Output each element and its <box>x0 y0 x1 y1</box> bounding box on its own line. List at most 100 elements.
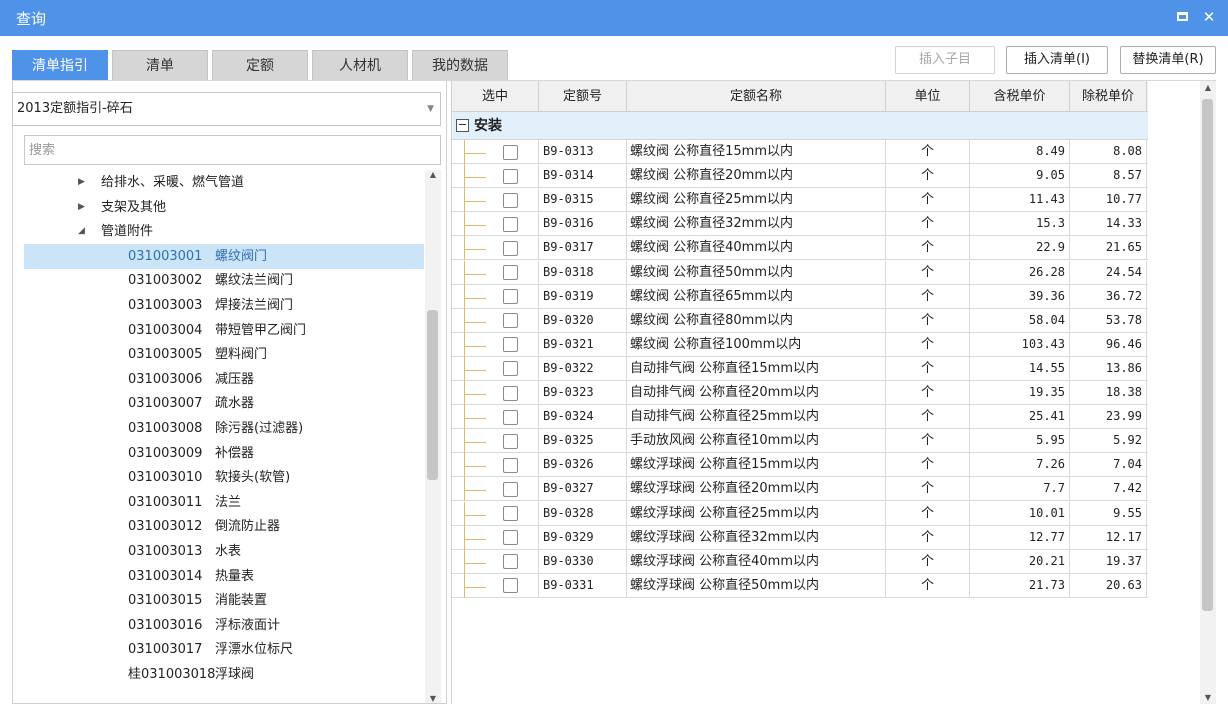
scroll-up-icon[interactable]: ▲ <box>425 170 441 179</box>
price-tax-cell: 21.73 <box>970 573 1070 598</box>
tree-scrollbar[interactable]: ▲ ▼ <box>425 170 441 703</box>
tab-list[interactable]: 清单 <box>112 50 208 80</box>
table-row[interactable]: B9-0329 螺纹浮球阀 公称直径32mm以内个 12.77 12.17 <box>452 525 1148 550</box>
tab-my-data[interactable]: 我的数据 <box>412 50 508 80</box>
code-cell: B9-0330 <box>539 549 627 574</box>
close-button[interactable]: ✕ <box>1199 7 1219 27</box>
table-row[interactable]: B9-0327 螺纹浮球阀 公称直径20mm以内个 7.7 7.42 <box>452 477 1148 502</box>
tree-item[interactable]: 031003017 浮漂水位标尺 <box>24 637 424 662</box>
tab-quota[interactable]: 定额 <box>212 50 308 80</box>
tree-folder[interactable]: ▶ 给排水、采暖、燃气管道 <box>24 170 424 195</box>
table-row[interactable]: B9-0331 螺纹浮球阀 公称直径50mm以内个 21.73 20.63 <box>452 573 1148 598</box>
tree-item[interactable]: 桂031003018 浮球阀 <box>24 662 424 687</box>
row-checkbox[interactable] <box>503 433 518 449</box>
row-checkbox[interactable] <box>503 192 518 208</box>
insert-list-button[interactable]: 插入清单(I) <box>1006 46 1108 74</box>
row-checkbox[interactable] <box>503 216 518 232</box>
row-checkbox[interactable] <box>503 530 518 546</box>
tree-item[interactable]: 031003011 法兰 <box>24 490 424 515</box>
row-checkbox[interactable] <box>503 361 518 377</box>
tree-item[interactable]: 031003003 焊接法兰阀门 <box>24 293 424 318</box>
tree-item-name: 水表 <box>215 544 242 559</box>
row-checkbox[interactable] <box>503 506 518 522</box>
row-checkbox[interactable] <box>503 144 518 160</box>
row-checkbox[interactable] <box>503 457 518 473</box>
row-checkbox[interactable] <box>503 313 518 329</box>
tree-item[interactable]: 031003012 倒流防止器 <box>24 514 424 539</box>
table-row[interactable]: B9-0320 螺纹阀 公称直径80mm以内个 58.04 53.78 <box>452 308 1148 333</box>
table-row[interactable]: B9-0328 螺纹浮球阀 公称直径25mm以内个 10.01 9.55 <box>452 501 1148 526</box>
tree-item-code: 031003012 <box>128 519 203 535</box>
tree-item[interactable]: 031003008 除污器(过滤器) <box>24 416 424 441</box>
tree-item[interactable]: 031003005 塑料阀门 <box>24 342 424 367</box>
table-row[interactable]: B9-0314 螺纹阀 公称直径20mm以内个 9.05 8.57 <box>452 164 1148 189</box>
tree-item[interactable]: 031003009 补偿器 <box>24 441 424 466</box>
table-row[interactable]: B9-0315 螺纹阀 公称直径25mm以内个 11.43 10.77 <box>452 188 1148 213</box>
col-name-header[interactable]: 定额名称 <box>627 81 886 112</box>
expanded-arrow-icon[interactable]: ◢ <box>78 219 85 244</box>
tree-item[interactable]: 031003010 软接头(软管) <box>24 465 424 490</box>
row-checkbox[interactable] <box>503 409 518 425</box>
grid-scrollbar[interactable]: ▲ ▼ <box>1200 81 1216 704</box>
row-checkbox[interactable] <box>503 240 518 256</box>
tree-folder[interactable]: ◢ 管道附件 <box>24 219 424 244</box>
tree-item[interactable]: 031003016 浮标液面计 <box>24 613 424 638</box>
table-row[interactable]: B9-0322 自动排气阀 公称直径15mm以内个 14.55 13.86 <box>452 356 1148 381</box>
table-row[interactable]: B9-0317 螺纹阀 公称直径40mm以内个 22.9 21.65 <box>452 236 1148 261</box>
select-cell <box>452 164 539 189</box>
row-checkbox[interactable] <box>503 337 518 353</box>
tree-item[interactable]: 031003007 疏水器 <box>24 391 424 416</box>
col-price-tax-header[interactable]: 含税单价 <box>970 81 1070 112</box>
replace-list-button[interactable]: 替换清单(R) <box>1120 46 1216 74</box>
table-row[interactable]: B9-0316 螺纹阀 公称直径32mm以内个 15.3 14.33 <box>452 212 1148 237</box>
insert-child-button[interactable]: 插入子目 <box>895 46 995 74</box>
tree-item-code: 031003008 <box>128 421 203 436</box>
tree-item[interactable]: 031003006 减压器 <box>24 367 424 392</box>
table-row[interactable]: B9-0330 螺纹浮球阀 公称直径40mm以内个 20.21 19.37 <box>452 549 1148 574</box>
tree-item[interactable]: 031003015 消能装置 <box>24 588 424 613</box>
table-row[interactable]: B9-0323 自动排气阀 公称直径20mm以内个 19.35 18.38 <box>452 381 1148 406</box>
row-checkbox[interactable] <box>503 554 518 570</box>
table-row[interactable]: B9-0319 螺纹阀 公称直径65mm以内个 39.36 36.72 <box>452 284 1148 309</box>
collapsed-arrow-icon[interactable]: ▶ <box>78 195 85 220</box>
col-unit-header[interactable]: 单位 <box>886 81 970 112</box>
tree-scroll-thumb[interactable] <box>427 310 438 480</box>
table-row[interactable]: B9-0321 螺纹阀 公称直径100mm以内个 103.43 96.46 <box>452 332 1148 357</box>
col-price-notax-header[interactable]: 除税单价 <box>1070 81 1147 112</box>
tab-list-guide[interactable]: 清单指引 <box>12 50 108 80</box>
col-select-header[interactable]: 选中 <box>452 81 539 112</box>
collapsed-arrow-icon[interactable]: ▶ <box>78 170 85 195</box>
tree-item-name: 螺纹法兰阀门 <box>215 273 294 289</box>
table-row[interactable]: B9-0326 螺纹浮球阀 公称直径15mm以内个 7.26 7.04 <box>452 453 1148 478</box>
code-cell: B9-0322 <box>539 356 627 381</box>
table-row[interactable]: B9-0318 螺纹阀 公称直径50mm以内个 26.28 24.54 <box>452 260 1148 285</box>
table-row[interactable]: B9-0325 手动放风阀 公称直径10mm以内个 5.95 5.92 <box>452 429 1148 454</box>
row-checkbox[interactable] <box>503 578 518 594</box>
table-row[interactable]: B9-0313 螺纹阀 公称直径15mm以内个 8.49 8.08 <box>452 140 1148 165</box>
row-checkbox[interactable] <box>503 385 518 401</box>
row-checkbox[interactable] <box>503 168 518 184</box>
name-cell: 螺纹阀 公称直径25mm以内 <box>627 188 886 213</box>
col-code-header[interactable]: 定额号 <box>539 81 627 112</box>
scroll-down-icon[interactable]: ▼ <box>425 694 441 703</box>
scroll-down-icon[interactable]: ▼ <box>1200 693 1216 702</box>
collapse-icon[interactable]: − <box>456 119 469 132</box>
tree-item[interactable]: 031003013 水表 <box>24 539 424 564</box>
row-checkbox[interactable] <box>503 289 518 305</box>
tree-item[interactable]: 031003002 螺纹法兰阀门 <box>24 268 424 293</box>
tree-item[interactable]: 031003004 带短管甲乙阀门 <box>24 318 424 343</box>
row-checkbox[interactable] <box>503 481 518 497</box>
tree-connector <box>464 273 486 275</box>
row-checkbox[interactable] <box>503 265 518 281</box>
grid-scroll-thumb[interactable] <box>1202 99 1213 611</box>
tree-item[interactable]: 031003014 热量表 <box>24 564 424 589</box>
tree-folder[interactable]: ▶ 支架及其他 <box>24 195 424 220</box>
table-row[interactable]: B9-0324 自动排气阀 公称直径25mm以内个 25.41 23.99 <box>452 405 1148 430</box>
guide-dropdown[interactable]: 2013定额指引-碎石 ▼ <box>12 92 441 126</box>
search-input[interactable] <box>24 135 441 165</box>
tree-item[interactable]: 031003001 螺纹阀门 <box>24 243 424 269</box>
group-row-install[interactable]: − 安装 <box>452 112 1148 140</box>
scroll-up-icon[interactable]: ▲ <box>1200 83 1216 92</box>
tab-materials[interactable]: 人材机 <box>312 50 408 80</box>
maximize-button[interactable] <box>1172 7 1192 27</box>
